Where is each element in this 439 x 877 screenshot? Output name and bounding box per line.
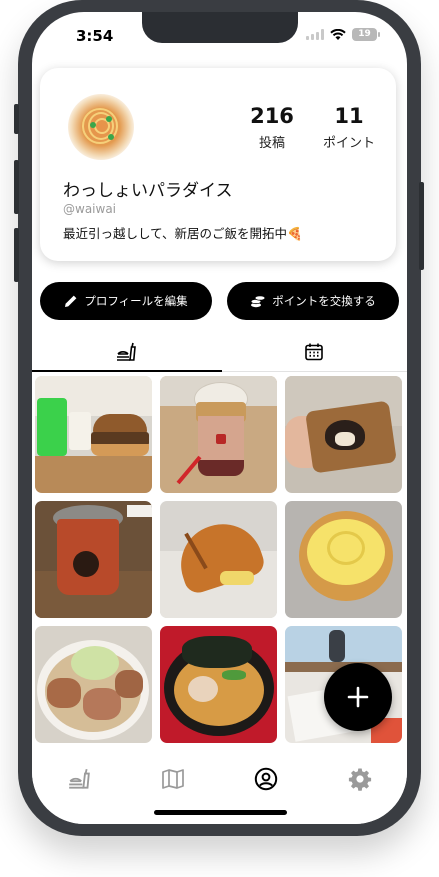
post-thumbnail[interactable] xyxy=(35,626,152,743)
nav-profile[interactable] xyxy=(250,763,282,795)
points-count: 11 xyxy=(334,104,364,128)
status-icons: 19 xyxy=(306,28,380,41)
wifi-icon xyxy=(330,28,346,40)
post-thumbnail[interactable] xyxy=(35,376,152,493)
profile-handle: @waiwai xyxy=(63,202,117,216)
food-icon xyxy=(69,768,90,789)
post-thumbnail[interactable] xyxy=(35,501,152,618)
edit-profile-button[interactable]: プロフィールを編集 xyxy=(40,282,212,320)
tab-posts[interactable] xyxy=(32,332,220,372)
stat-points[interactable]: 11 ポイント xyxy=(314,104,384,151)
add-post-button[interactable] xyxy=(324,663,392,731)
plus-icon xyxy=(347,686,369,708)
stat-posts[interactable]: 216 投稿 xyxy=(237,104,307,151)
battery-icon: 19 xyxy=(352,28,380,41)
profile-icon xyxy=(254,767,278,791)
app-screen: 3:54 19 216 投稿 11 ポイント わっしょいパラダイス @waiwa… xyxy=(32,12,407,824)
calendar-icon xyxy=(305,343,323,361)
mute-switch xyxy=(14,104,19,134)
home-indicator xyxy=(154,810,287,815)
profile-card: 216 投稿 11 ポイント わっしょいパラダイス @waiwai 最近引っ越し… xyxy=(40,68,396,261)
points-label: ポイント xyxy=(322,136,375,151)
tab-calendar[interactable] xyxy=(220,332,407,372)
post-thumbnail[interactable] xyxy=(160,501,277,618)
notch xyxy=(142,12,298,43)
post-thumbnail[interactable] xyxy=(160,626,277,743)
post-thumbnail[interactable] xyxy=(285,501,402,618)
profile-name: わっしょいパラダイス xyxy=(63,181,233,201)
signal-icon xyxy=(306,29,324,40)
selected-tab-indicator xyxy=(32,370,222,372)
post-thumbnail[interactable] xyxy=(160,376,277,493)
edit-profile-label: プロフィールを編集 xyxy=(84,294,188,308)
nav-food[interactable] xyxy=(63,763,95,795)
volume-up-button xyxy=(14,160,19,214)
map-icon xyxy=(162,769,184,789)
status-time: 3:54 xyxy=(76,27,114,45)
power-button xyxy=(419,182,424,270)
gear-icon xyxy=(348,768,372,791)
exchange-points-button[interactable]: ポイントを交換する xyxy=(227,282,399,320)
coins-icon xyxy=(250,295,266,308)
pencil-icon xyxy=(65,295,77,307)
post-thumbnail[interactable] xyxy=(285,376,402,493)
food-icon xyxy=(117,342,136,361)
nav-map[interactable] xyxy=(157,763,189,795)
profile-bio: 最近引っ越しして、新居のご飯を開拓中🍕 xyxy=(63,226,303,241)
nav-settings[interactable] xyxy=(344,763,376,795)
posts-count: 216 xyxy=(250,104,294,128)
posts-label: 投稿 xyxy=(258,136,285,151)
volume-down-button xyxy=(14,228,19,282)
content-tabs xyxy=(32,332,407,372)
exchange-points-label: ポイントを交換する xyxy=(272,294,376,308)
avatar[interactable] xyxy=(68,94,134,160)
